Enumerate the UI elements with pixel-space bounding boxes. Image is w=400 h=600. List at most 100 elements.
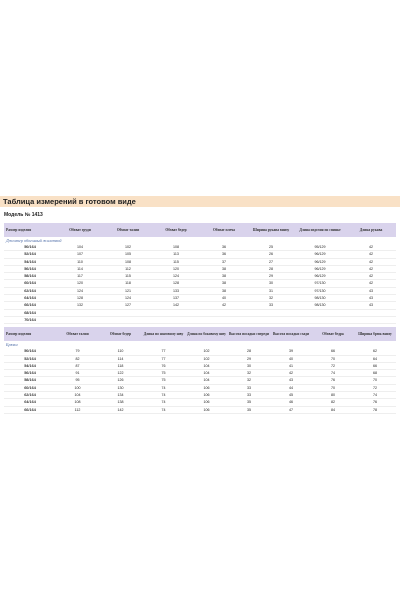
value-cell: 42	[346, 272, 396, 281]
value-cell: 74	[142, 384, 185, 393]
value-cell: 104	[185, 362, 228, 371]
value-cell: 97/130	[294, 279, 346, 288]
value-cell: 104	[185, 369, 228, 378]
size-cell: 60/164	[4, 279, 56, 288]
value-cell: 68	[354, 369, 396, 378]
header-cell: Ширина рукава внизу	[248, 223, 294, 237]
value-cell: 96/129	[294, 265, 346, 274]
section-label: Джемпер объемный жилеткой	[6, 238, 62, 243]
value-cell: 104	[185, 376, 228, 385]
value-cell: 75	[142, 376, 185, 385]
header-cell: Длина рукава	[346, 223, 396, 237]
header-cell: Высота посадки спереди	[228, 327, 270, 342]
table-row: 60/164 120 118 128 38 30 97/130 42	[4, 279, 396, 288]
value-cell: 96/129	[294, 258, 346, 266]
value-cell: 113	[152, 250, 200, 259]
size-cell: 70/164	[4, 316, 56, 325]
value-cell	[104, 309, 152, 317]
value-cell: 96/129	[294, 250, 346, 259]
value-cell: 79	[56, 348, 99, 356]
value-cell: 104	[56, 244, 104, 252]
table-row: 64/164 128 124 137 40 32 98/130 43	[4, 294, 396, 303]
value-cell: 43	[270, 376, 312, 385]
value-cell: 115	[104, 272, 152, 281]
value-cell: 25	[248, 244, 294, 252]
value-cell: 38	[200, 272, 248, 281]
header-cell: Длина по шаговому шву	[142, 327, 185, 342]
value-cell: 43	[346, 294, 396, 303]
size-cell: 56/164	[4, 369, 56, 378]
value-cell: 39	[270, 348, 312, 356]
value-cell: 70	[312, 384, 354, 393]
value-cell	[346, 316, 396, 325]
value-cell: 43	[346, 301, 396, 310]
value-cell: 102	[185, 355, 228, 363]
value-cell	[152, 316, 200, 325]
table-row: 70/164	[4, 316, 396, 325]
value-cell: 74	[312, 369, 354, 378]
value-cell: 120	[152, 265, 200, 274]
value-cell: 106	[185, 398, 228, 407]
header-cell: Размер изделия	[4, 223, 56, 237]
table-row: 58/164 95 126 75 104 32 43 76 70	[4, 376, 396, 385]
value-cell: 120	[56, 279, 104, 288]
table-row: 58/164 117 115 124 38 29 96/129 42	[4, 272, 396, 281]
value-cell: 102	[185, 348, 228, 356]
table-row: 60/164 100 130 74 106 33 44 70 72	[4, 384, 396, 393]
value-cell: 108	[152, 244, 200, 252]
value-cell: 127	[104, 301, 152, 310]
value-cell: 82	[56, 355, 99, 363]
value-cell	[248, 309, 294, 317]
size-cell: 58/164	[4, 376, 56, 385]
value-cell: 76	[354, 398, 396, 407]
value-cell: 118	[99, 362, 142, 371]
value-cell: 76	[312, 376, 354, 385]
value-cell: 44	[270, 384, 312, 393]
value-cell: 36	[200, 244, 248, 252]
value-cell: 128	[152, 279, 200, 288]
value-cell: 106	[185, 406, 228, 414]
size-cell: 52/164	[4, 250, 56, 259]
value-cell: 106	[185, 384, 228, 393]
size-cell: 64/164	[4, 294, 56, 303]
value-cell	[152, 309, 200, 317]
header-cell: Размер изделия	[4, 327, 56, 342]
value-cell: 74	[142, 398, 185, 407]
value-cell: 35	[228, 406, 270, 414]
value-cell: 104	[56, 391, 99, 400]
value-cell	[200, 309, 248, 317]
value-cell: 40	[270, 355, 312, 363]
value-cell: 77	[142, 355, 185, 363]
value-cell: 76	[142, 362, 185, 371]
value-cell: 137	[152, 294, 200, 303]
value-cell: 100	[56, 384, 99, 393]
table-row: 68/164	[4, 309, 396, 317]
value-cell: 29	[248, 272, 294, 281]
value-cell: 46	[270, 398, 312, 407]
value-cell	[346, 309, 396, 317]
value-cell: 91	[56, 369, 99, 378]
jumper-size-table: Размер изделия Обхват груди Обхват талии…	[4, 223, 396, 325]
value-cell: 31	[248, 287, 294, 296]
value-cell: 43	[346, 287, 396, 296]
value-cell: 35	[228, 398, 270, 407]
value-cell: 95	[56, 376, 99, 385]
table-row: 50/164 79 110 77 102 28 39 66 62	[4, 348, 396, 356]
size-cell: 50/164	[4, 244, 56, 252]
table-row: 66/164 132 127 142 42 33 98/130 43	[4, 301, 396, 310]
value-cell: 42	[270, 369, 312, 378]
value-cell: 96/129	[294, 272, 346, 281]
value-cell: 126	[99, 376, 142, 385]
value-cell: 66	[312, 348, 354, 356]
value-cell: 105	[104, 250, 152, 259]
table-row: 62/164 104 134 74 106 33 45 80 74	[4, 391, 396, 400]
jumper-table-header: Размер изделия Обхват груди Обхват талии…	[4, 223, 396, 237]
value-cell: 142	[152, 301, 200, 310]
size-cell: 68/164	[4, 309, 56, 317]
trousers-size-table: Размер изделия Обхват талии Обхват бедер…	[4, 327, 396, 414]
value-cell	[248, 316, 294, 325]
header-cell: Обхват груди	[56, 223, 104, 237]
value-cell: 41	[270, 362, 312, 371]
size-cell: 62/164	[4, 287, 56, 296]
value-cell: 74	[142, 391, 185, 400]
